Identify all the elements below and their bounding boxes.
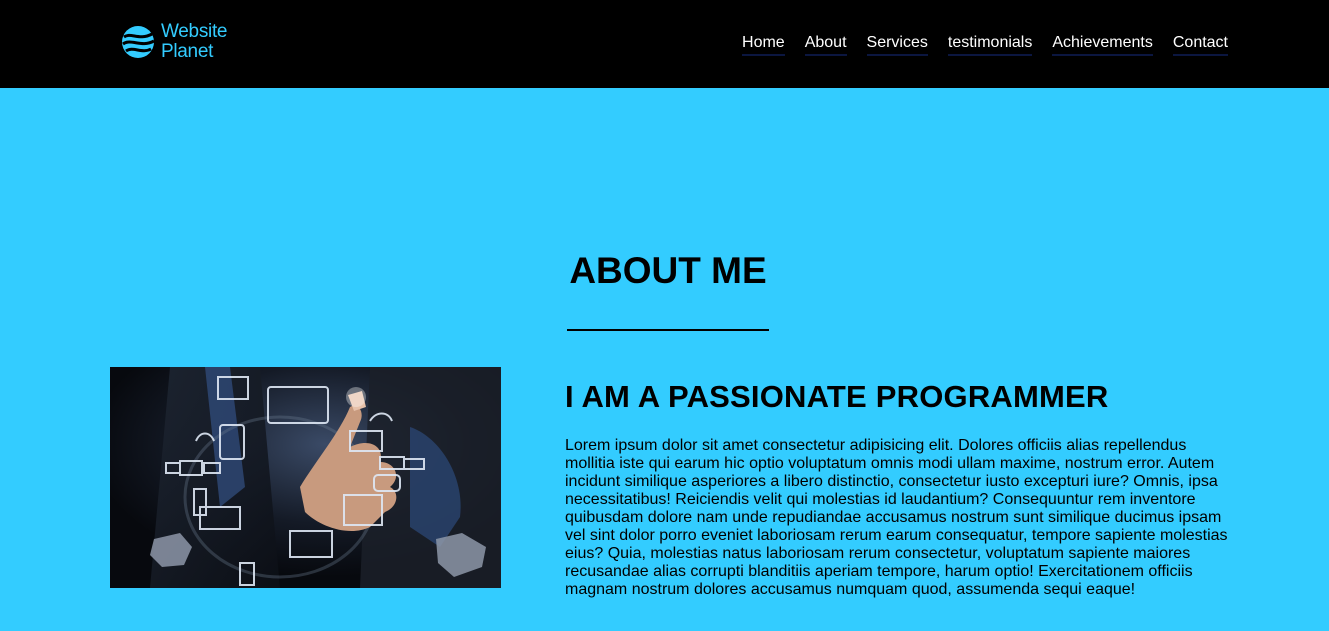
nav-link-achievements[interactable]: Achievements bbox=[1052, 34, 1153, 56]
about-section-title: ABOUT ME bbox=[569, 250, 767, 291]
nav-link-services[interactable]: Services bbox=[866, 34, 928, 56]
about-image bbox=[110, 367, 501, 588]
about-heading: I AM A PASSIONATE PROGRAMMER bbox=[565, 379, 1109, 414]
tech-hand-illustration bbox=[110, 367, 501, 588]
about-content: I AM A PASSIONATE PROGRAMMER Lorem ipsum… bbox=[565, 380, 1235, 599]
nav-link-testimonials[interactable]: testimonials bbox=[947, 34, 1033, 56]
brand-line-2: Planet bbox=[161, 41, 214, 62]
about-paragraph: Lorem ipsum dolor sit amet consectetur a… bbox=[565, 437, 1228, 598]
nav-item: Services bbox=[866, 34, 928, 56]
brand-name: Website Planet bbox=[161, 21, 228, 62]
main-nav: Home About Services testimonials Achieve… bbox=[722, 34, 1228, 56]
brand-logo[interactable]: Website Planet bbox=[121, 21, 228, 62]
navbar: Website Planet Home About Services testi… bbox=[0, 0, 1329, 88]
brand-line-1: Website bbox=[161, 21, 228, 42]
globe-waves-icon bbox=[122, 26, 155, 58]
nav-item: Home bbox=[742, 34, 785, 56]
nav-link-contact[interactable]: Contact bbox=[1172, 34, 1228, 56]
nav-item: Contact bbox=[1172, 34, 1228, 56]
nav-item: Achievements bbox=[1052, 34, 1153, 56]
nav-link-home[interactable]: Home bbox=[742, 34, 785, 56]
nav-link-about[interactable]: About bbox=[804, 34, 847, 56]
nav-item: About bbox=[804, 34, 847, 56]
nav-item: testimonials bbox=[947, 34, 1033, 56]
title-divider bbox=[567, 329, 769, 331]
